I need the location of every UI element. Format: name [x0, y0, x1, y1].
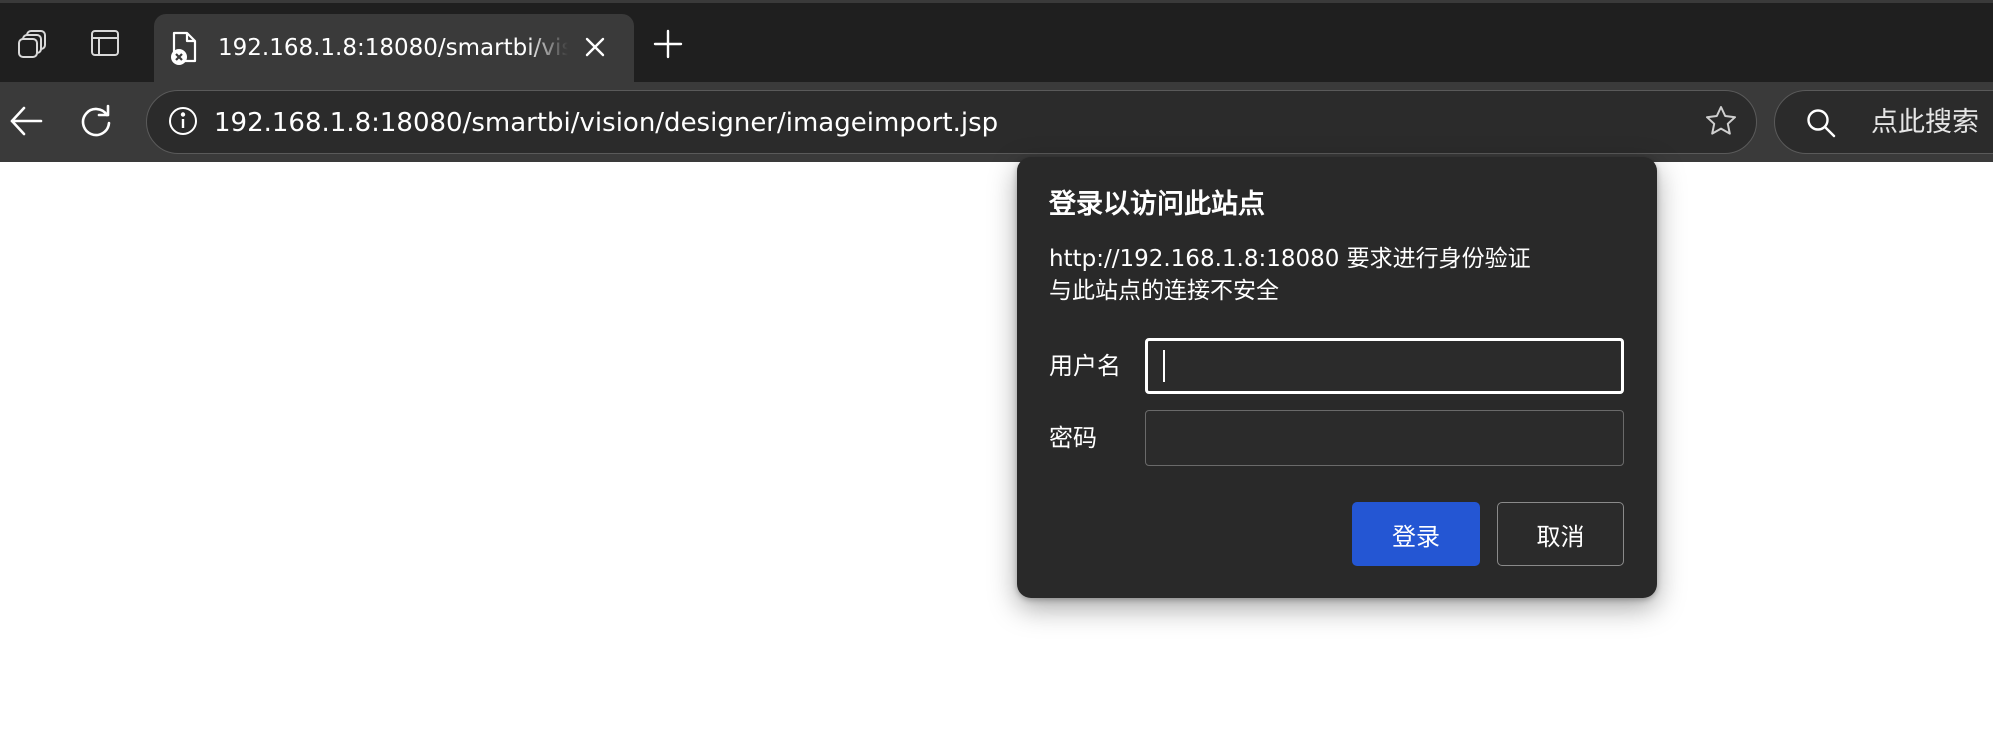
dialog-message: http://192.168.1.8:18080 要求进行身份验证 — [1049, 246, 1531, 272]
workspaces-button[interactable] — [8, 20, 58, 70]
refresh-icon — [78, 103, 114, 143]
address-url[interactable]: 192.168.1.8:18080/smartbi/vision/designe… — [214, 101, 998, 145]
dialog-title: 登录以访问此站点 — [1049, 189, 1265, 220]
tab-actions-button[interactable] — [80, 20, 130, 70]
site-info-button[interactable] — [161, 101, 205, 145]
back-button[interactable] — [2, 99, 50, 147]
tab-strip: 192.168.1.8:18080/smartbi/vision/designe… — [0, 0, 1993, 82]
login-button[interactable]: 登录 — [1352, 502, 1480, 566]
new-tab-button[interactable] — [644, 22, 692, 70]
workspaces-icon — [16, 26, 50, 64]
plus-icon — [653, 29, 683, 63]
browser-toolbar: 192.168.1.8:18080/smartbi/vision/designe… — [0, 82, 1993, 162]
tab-close-button[interactable] — [574, 28, 616, 70]
cancel-button[interactable]: 取消 — [1497, 502, 1624, 566]
active-tab[interactable]: 192.168.1.8:18080/smartbi/vision/designe… — [154, 14, 634, 82]
password-label: 密码 — [1049, 424, 1097, 452]
favorite-button[interactable] — [1698, 100, 1744, 146]
tab-title: 192.168.1.8:18080/smartbi/vision/designe… — [218, 35, 568, 61]
refresh-button[interactable] — [72, 99, 120, 147]
address-bar[interactable]: 192.168.1.8:18080/smartbi/vision/designe… — [146, 90, 1757, 154]
tab-strip-top-border — [0, 0, 1993, 3]
search-box[interactable]: 点此搜索 — [1774, 90, 1993, 154]
document-error-icon — [164, 27, 206, 69]
info-icon — [167, 105, 199, 141]
dialog-warning: 与此站点的连接不安全 — [1049, 278, 1279, 304]
close-icon — [584, 36, 606, 62]
page-content — [0, 162, 1993, 737]
text-cursor — [1163, 350, 1165, 382]
password-field[interactable] — [1145, 410, 1624, 466]
search-icon — [1801, 103, 1841, 143]
username-field[interactable] — [1145, 338, 1624, 394]
back-arrow-icon — [8, 103, 44, 143]
tab-actions-icon — [89, 27, 121, 63]
username-label: 用户名 — [1049, 352, 1121, 380]
search-placeholder[interactable]: 点此搜索 — [1871, 101, 1979, 145]
star-icon — [1704, 104, 1738, 142]
auth-dialog: 登录以访问此站点 http://192.168.1.8:18080 要求进行身份… — [1017, 157, 1657, 598]
